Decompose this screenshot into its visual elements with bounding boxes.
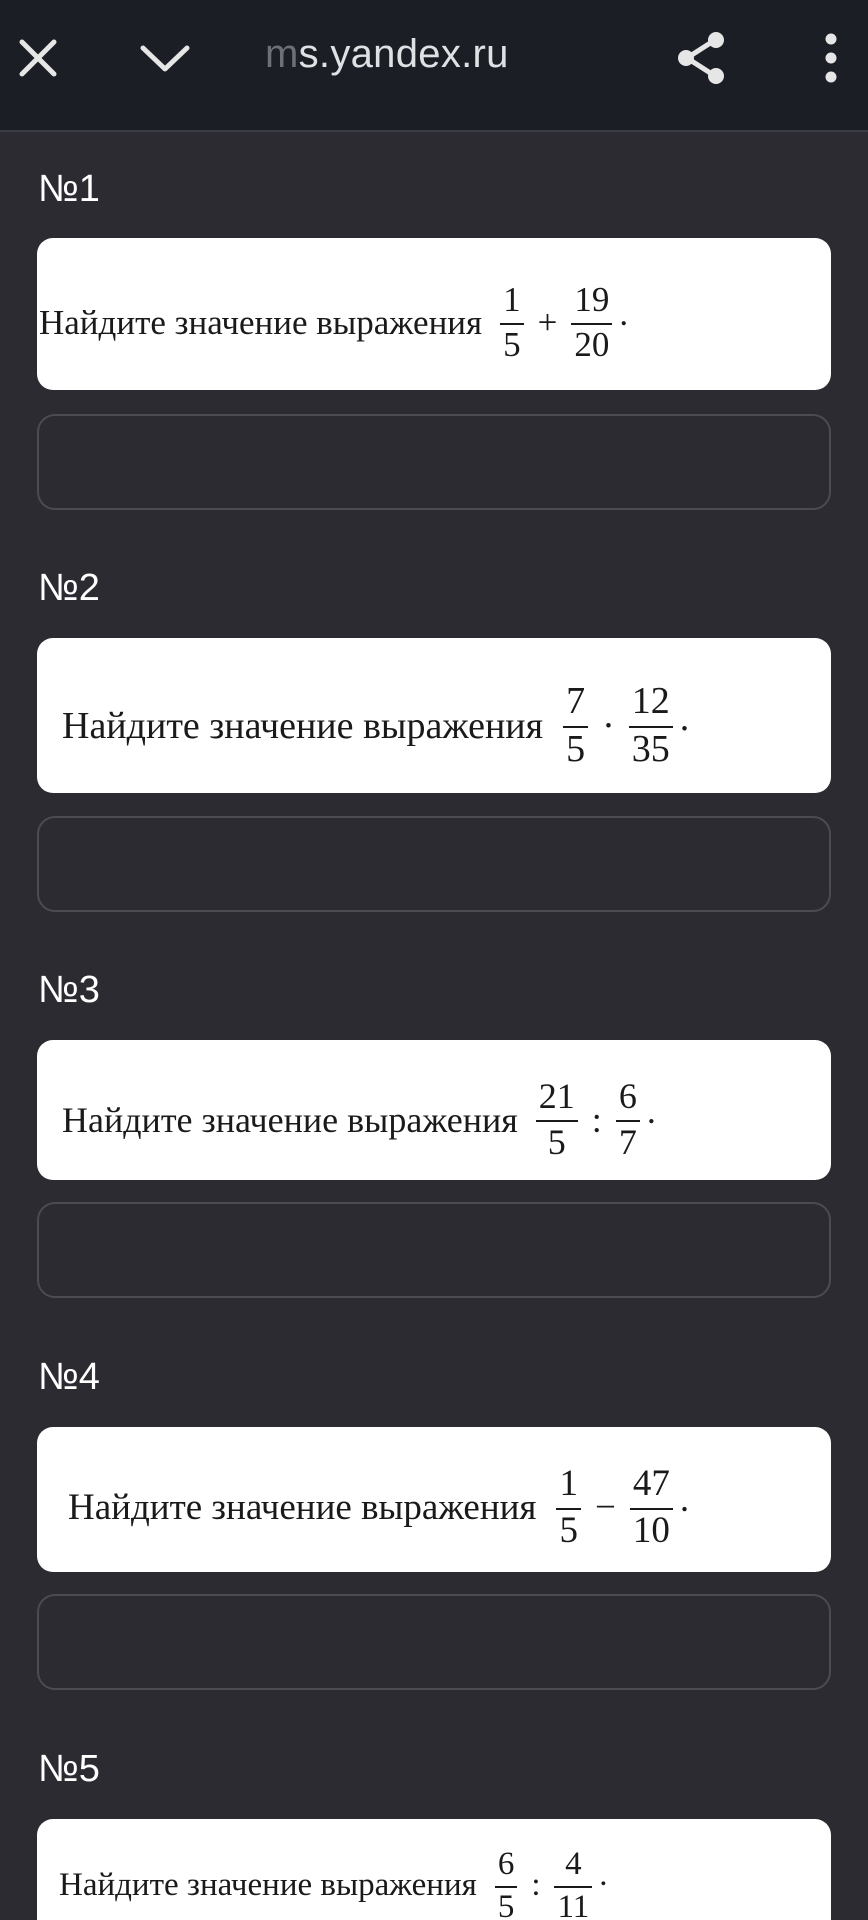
question-text: Найдите значение выражения: [59, 1867, 477, 1904]
fraction: 4 11: [554, 1846, 593, 1920]
task-card-3: Найдите значение выражения 21 5 : 67 .: [37, 1040, 831, 1180]
numerator: 1: [559, 1463, 578, 1504]
fraction: 15: [556, 1463, 581, 1551]
denominator: 35: [631, 727, 670, 770]
task-title-2: №2: [38, 567, 100, 609]
question-text: Найдите значение выражения: [39, 302, 483, 342]
denominator: 20: [574, 324, 610, 364]
question-text: Найдите значение выражения: [68, 1487, 537, 1529]
numerator: 1: [503, 280, 521, 319]
operator: −: [594, 1487, 616, 1529]
fraction: 21 5: [535, 1076, 578, 1162]
task-question-5: Найдите значение выражения 65 : 4 11 .: [59, 1847, 608, 1920]
fraction: 12 35: [628, 680, 673, 770]
task-card-4: Найдите значение выражения 15 − 47 10 .: [37, 1427, 831, 1572]
more-vertical-icon[interactable]: [791, 18, 868, 98]
task-question-1: Найдите значение выражения 15 + 19 20 .: [39, 280, 629, 364]
url-bar[interactable]: ms.yandex.ru: [265, 32, 509, 77]
task-title-1: №1: [38, 168, 100, 210]
share-icon[interactable]: [662, 18, 742, 98]
period: .: [679, 1478, 690, 1520]
answer-input-2[interactable]: [37, 816, 831, 912]
operator: :: [591, 1099, 602, 1140]
task-card-1: Найдите значение выражения 15 + 19 20 .: [37, 238, 831, 390]
denominator: 5: [547, 1121, 566, 1162]
task-title-4: №4: [38, 1356, 100, 1398]
task-title-3: №3: [38, 969, 100, 1011]
denominator: 10: [632, 1509, 670, 1551]
operator: +: [537, 302, 558, 342]
answer-input-1[interactable]: [37, 414, 831, 510]
fraction: 15: [500, 280, 524, 364]
question-text: Найдите значение выражения: [62, 704, 544, 747]
numerator: 12: [631, 680, 670, 722]
period: .: [679, 696, 690, 739]
numerator: 47: [632, 1463, 670, 1504]
question-text: Найдите значение выражения: [62, 1099, 518, 1140]
task-question-3: Найдите значение выражения 21 5 : 67 .: [62, 1076, 656, 1162]
period: .: [599, 1857, 608, 1894]
task-card-5: Найдите значение выражения 65 : 4 11 .: [37, 1819, 831, 1920]
fraction: 19 20: [571, 280, 613, 364]
fraction: 65: [494, 1846, 518, 1920]
url-text: s.yandex.ru: [298, 32, 509, 76]
numerator: 19: [574, 280, 610, 319]
task-title-5: №5: [38, 1748, 100, 1790]
operator: :: [531, 1867, 541, 1904]
denominator: 7: [618, 1121, 637, 1162]
answer-input-3[interactable]: [37, 1202, 831, 1298]
fraction: 47 10: [629, 1463, 673, 1551]
period: .: [619, 293, 629, 333]
task-question-4: Найдите значение выражения 15 − 47 10 .: [68, 1463, 690, 1551]
numerator: 6: [497, 1846, 515, 1882]
fraction: 75: [563, 680, 589, 770]
task-question-2: Найдите значение выражения 75 · 12 35 .: [62, 680, 690, 770]
numerator: 7: [566, 680, 586, 722]
numerator: 6: [618, 1076, 637, 1116]
numerator: 21: [538, 1076, 575, 1116]
numerator: 4: [565, 1846, 582, 1882]
denominator: 5: [566, 727, 586, 770]
denominator: 5: [559, 1509, 578, 1551]
task-card-2: Найдите значение выражения 75 · 12 35 .: [37, 638, 831, 793]
browser-toolbar: ms.yandex.ru: [0, 0, 868, 132]
denominator: 5: [497, 1888, 515, 1920]
denominator: 11: [557, 1888, 590, 1920]
url-faded-part: m: [265, 32, 299, 76]
operator: ·: [602, 704, 615, 747]
close-icon[interactable]: [0, 18, 78, 98]
chevron-down-icon[interactable]: [125, 18, 205, 98]
fraction: 67: [615, 1076, 640, 1162]
answer-input-4[interactable]: [37, 1594, 831, 1690]
denominator: 5: [503, 324, 521, 364]
period: .: [646, 1090, 656, 1131]
